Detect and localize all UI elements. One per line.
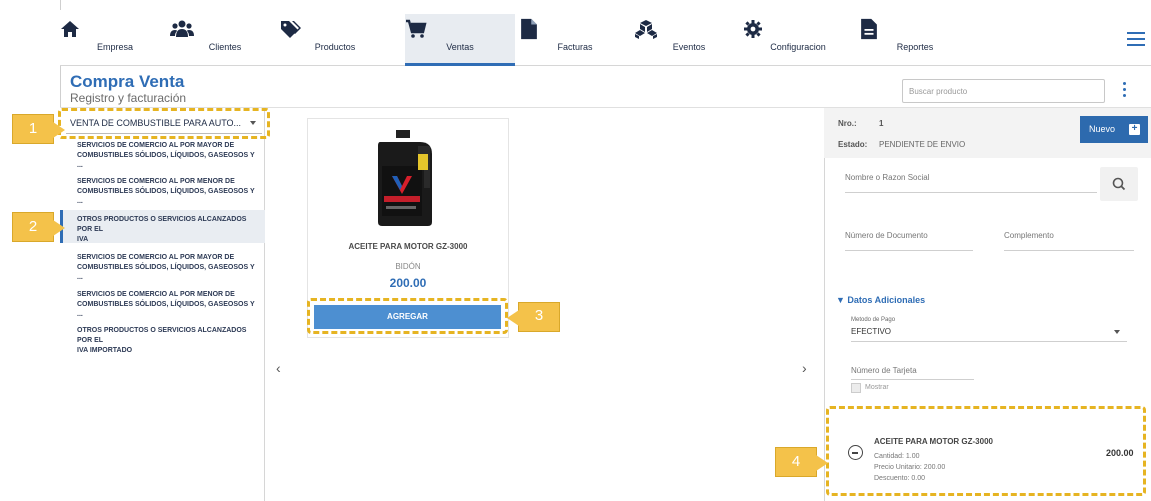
category-line: COMBUSTIBLES SÓLIDOS, LÍQUIDOS, GASEOSOS… [77, 152, 255, 169]
additional-data-toggle[interactable]: ▼ Datos Adicionales [836, 295, 925, 305]
nav-item-clientes[interactable]: Clientes [170, 14, 280, 64]
callout-box [307, 298, 508, 334]
callout-badge: 2 [12, 212, 65, 242]
category-line: COMBUSTIBLES SÓLIDOS, LÍQUIDOS, GASEOSOS… [77, 188, 255, 205]
nro-label: Nro.: [838, 119, 857, 128]
nav-label: Facturas [557, 42, 593, 52]
nav-item-reportes[interactable]: Reportes [860, 14, 970, 64]
category-item-active[interactable]: OTROS PRODUCTOS O SERVICIOS ALCANZADOS P… [60, 210, 265, 243]
payment-method-label: Metodo de Pago [851, 317, 896, 323]
nav-label: Empresa [96, 42, 133, 52]
estado-value: PENDIENTE DE ENVIO [879, 140, 966, 149]
top-navigation: Empresa Clientes Productos Ventas Factur… [60, 10, 1151, 66]
category-line: SERVICIOS DE COMERCIO AL POR MENOR DE [77, 178, 235, 185]
document-number-field[interactable]: Número de Documento [845, 231, 973, 251]
report-icon [861, 18, 877, 40]
callout-badge-number: 3 [534, 307, 544, 324]
callout-box [58, 108, 270, 139]
callout-badge: 4 [775, 447, 828, 477]
category-item[interactable]: SERVICIOS DE COMERCIO AL POR MENOR DE CO… [60, 177, 265, 207]
nav-label: Configuracion [770, 42, 826, 52]
category-line: OTROS PRODUCTOS O SERVICIOS ALCANZADOS P… [77, 216, 247, 233]
tag-icon [281, 21, 301, 38]
show-checkbox-label: Mostrar [865, 384, 889, 391]
product-price: 200.00 [389, 276, 427, 290]
callout-badge: 1 [12, 114, 65, 144]
category-line: SERVICIOS DE COMERCIO AL POR MENOR DE [77, 291, 235, 298]
plus-icon: + [1129, 124, 1140, 135]
nav-label: Clientes [208, 42, 242, 52]
menu-icon[interactable] [1127, 32, 1145, 50]
category-line: COMBUSTIBLES SÓLIDOS, LÍQUIDOS, GASEOSOS… [77, 264, 255, 281]
chevron-right-icon[interactable]: › [802, 360, 807, 376]
nav-item-productos[interactable]: Productos [280, 14, 390, 64]
category-line: OTROS PRODUCTOS O SERVICIOS ALCANZADOS P… [77, 327, 247, 344]
new-sale-label: Nuevo [1089, 124, 1116, 134]
home-icon [61, 21, 79, 37]
nav-item-ventas[interactable]: Ventas [405, 14, 515, 66]
product-unit: BIDÓN [395, 262, 421, 271]
cart-icon [406, 19, 427, 38]
callout-box [826, 406, 1146, 496]
nav-label: Eventos [672, 42, 706, 52]
search-product-input[interactable]: Buscar producto [902, 79, 1105, 103]
show-checkbox[interactable] [851, 383, 861, 393]
product-name: ACEITE PARA MOTOR GZ-3000 [348, 242, 468, 251]
category-item[interactable]: OTROS PRODUCTOS O SERVICIOS ALCANZADOS P… [60, 326, 265, 356]
page-title: Compra Venta [70, 72, 185, 91]
cubes-icon [635, 20, 657, 39]
nav-item-facturas[interactable]: Facturas [520, 14, 630, 64]
category-line: COMBUSTIBLES SÓLIDOS, LÍQUIDOS, GASEOSOS… [77, 301, 255, 318]
category-line: SERVICIOS DE COMERCIO AL POR MAYOR DE [77, 254, 235, 261]
nav-item-eventos[interactable]: Eventos [634, 14, 744, 64]
users-icon [170, 20, 194, 37]
new-sale-button[interactable]: Nuevo + [1080, 116, 1148, 143]
category-item[interactable]: SERVICIOS DE COMERCIO AL POR MENOR DE CO… [60, 290, 265, 320]
category-item[interactable]: SERVICIOS DE COMERCIO AL POR MAYOR DE CO… [60, 141, 265, 171]
more-options-icon[interactable] [1122, 82, 1128, 100]
complement-field[interactable]: Complemento [1004, 231, 1134, 251]
card-number-field[interactable]: Número de Tarjeta [851, 366, 974, 380]
customer-search-button[interactable] [1100, 167, 1138, 201]
gear-icon [744, 20, 762, 38]
nav-item-configuracion[interactable]: Configuracion [743, 14, 853, 64]
chevron-left-icon[interactable]: ‹ [276, 360, 281, 376]
category-line: SERVICIOS DE COMERCIO AL POR MAYOR DE [77, 142, 235, 149]
nro-value: 1 [879, 119, 884, 128]
category-line: IVA [77, 236, 89, 243]
file-icon [521, 18, 537, 40]
customer-name-field[interactable]: Nombre o Razon Social [845, 173, 1097, 193]
nav-label: Reportes [896, 42, 934, 52]
search-icon [1112, 177, 1126, 191]
payment-method-select[interactable]: EFECTIVO [851, 327, 1127, 342]
nav-label: Ventas [446, 42, 474, 52]
category-line: IVA IMPORTADO [77, 347, 133, 354]
nav-label: Productos [314, 42, 356, 52]
nav-item-empresa[interactable]: Empresa [60, 14, 170, 64]
estado-label: Estado: [838, 140, 868, 149]
product-image [378, 130, 432, 226]
page-subtitle: Registro y facturación [70, 91, 187, 105]
category-item[interactable]: SERVICIOS DE COMERCIO AL POR MAYOR DE CO… [60, 253, 265, 283]
caret-down-icon [1114, 330, 1120, 334]
